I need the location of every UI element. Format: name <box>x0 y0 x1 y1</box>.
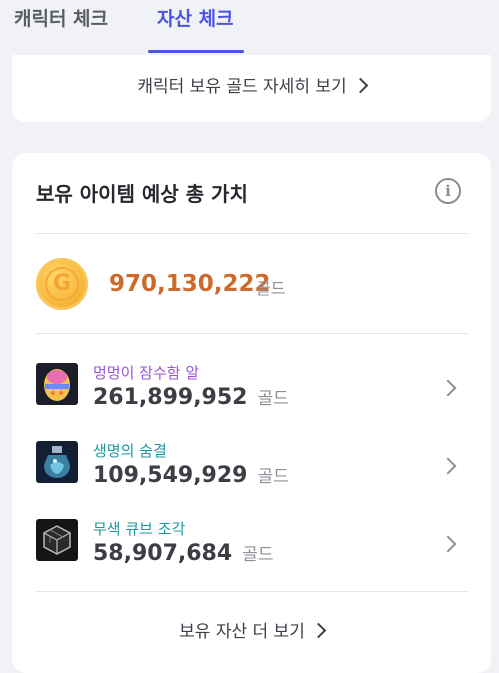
character-gold-detail-label: 캐릭터 보유 골드 자세히 보기 <box>137 77 347 97</box>
more-assets-link[interactable]: 보유 자산 더 보기 <box>12 617 491 642</box>
list-item-egg[interactable]: 멍멍이 잠수함 알 261,899,952 골드 <box>12 362 491 432</box>
gold-coin-icon: G <box>36 258 88 310</box>
item-value-number: 58,907,684 <box>93 541 233 566</box>
item-value: 58,907,684 골드 <box>93 540 273 566</box>
character-gold-card: 캐릭터 보유 골드 자세히 보기 <box>12 55 491 122</box>
item-unit: 골드 <box>242 545 274 565</box>
gold-unit: 골드 <box>256 279 286 298</box>
item-value-number: 261,899,952 <box>93 385 248 410</box>
divider <box>36 233 468 234</box>
info-icon[interactable]: i <box>435 178 461 204</box>
divider <box>36 591 468 592</box>
potion-icon <box>36 441 78 483</box>
chevron-right-icon <box>439 535 457 553</box>
tab-character-check[interactable]: 캐릭터 체크 <box>14 4 108 31</box>
asset-value-card: 보유 아이템 예상 총 가치 i G 970,130,222 골드 멍멍이 잠수… <box>12 153 491 673</box>
more-assets-label: 보유 자산 더 보기 <box>179 622 305 642</box>
chevron-right-icon <box>439 457 457 475</box>
tab-asset-check[interactable]: 자산 체크 <box>157 4 234 31</box>
list-item-cube[interactable]: 무색 큐브 조각 58,907,684 골드 <box>12 518 491 588</box>
chevron-right-icon <box>352 77 368 94</box>
total-gold-amount: 970,130,222 <box>109 271 271 297</box>
item-value: 109,549,929 골드 <box>93 462 289 488</box>
list-item-breath[interactable]: 생명의 숨결 109,549,929 골드 <box>12 440 491 510</box>
cube-icon <box>36 519 78 561</box>
item-unit: 골드 <box>257 389 289 409</box>
item-name: 무색 큐브 조각 <box>93 520 186 538</box>
item-value: 261,899,952 골드 <box>93 384 289 410</box>
item-value-number: 109,549,929 <box>93 463 248 488</box>
divider <box>36 333 468 334</box>
chevron-right-icon <box>310 622 327 639</box>
chevron-right-icon <box>439 379 457 397</box>
item-name: 생명의 숨결 <box>93 442 167 460</box>
tab-bar: 캐릭터 체크 자산 체크 <box>0 0 499 54</box>
egg-icon <box>36 363 78 405</box>
item-name: 멍멍이 잠수함 알 <box>93 364 200 382</box>
character-gold-detail-link[interactable]: 캐릭터 보유 골드 자세히 보기 <box>12 72 491 97</box>
item-unit: 골드 <box>257 467 289 487</box>
active-tab-indicator <box>148 50 244 53</box>
card-title: 보유 아이템 예상 총 가치 <box>36 182 248 206</box>
